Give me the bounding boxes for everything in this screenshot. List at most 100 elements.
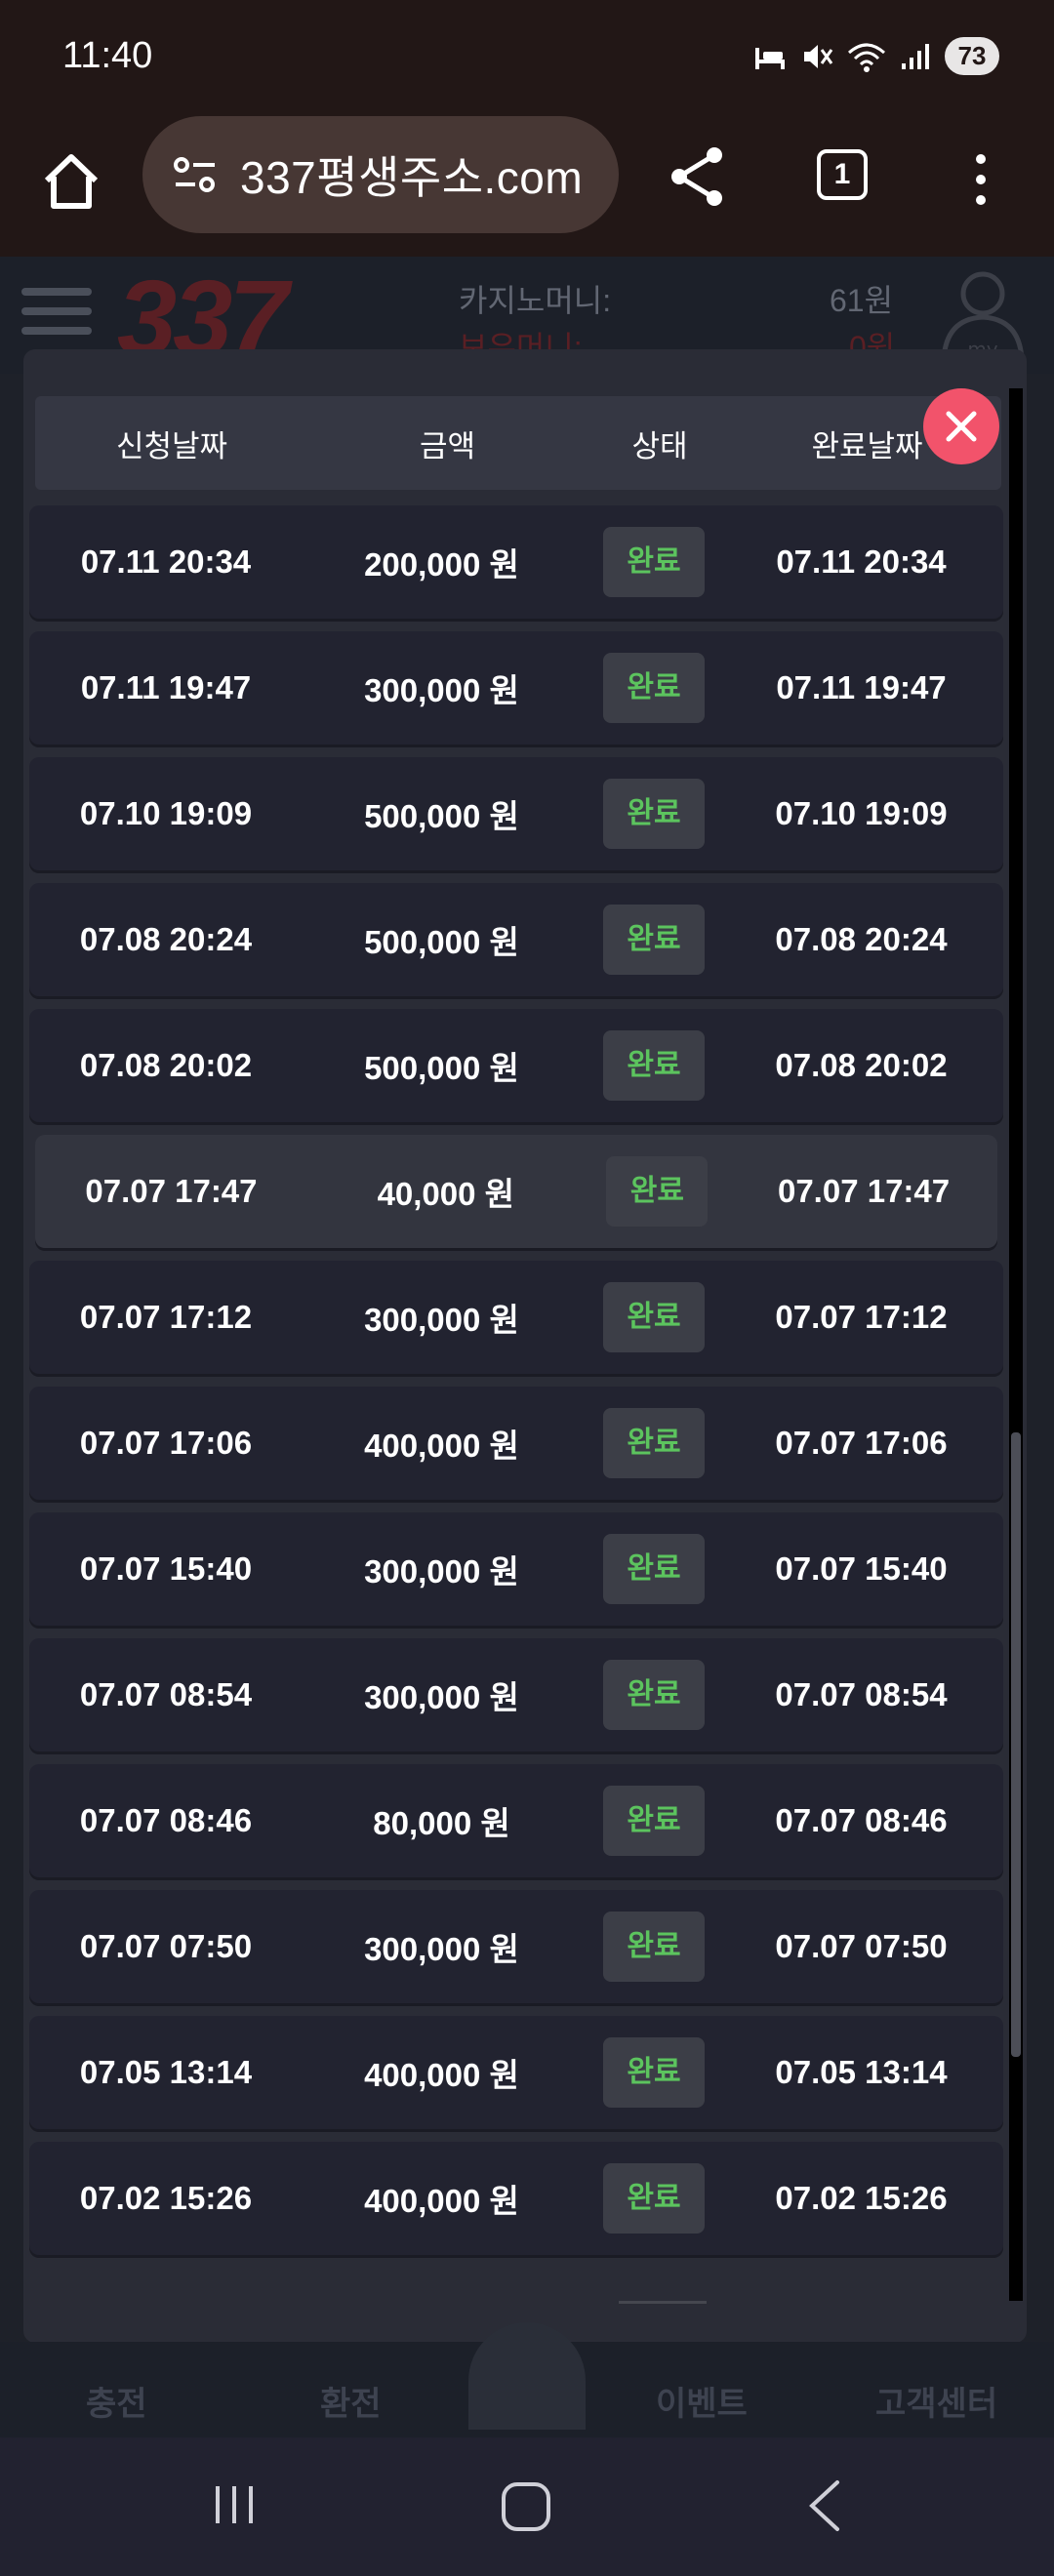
status-badge: 완료 — [603, 905, 705, 975]
scrollbar-thumb[interactable] — [1011, 1432, 1021, 2057]
table-row-highlighted: 07.07 17:47 40,000 원 완료 07.07 17:47 — [35, 1135, 997, 1248]
request-date: 07.08 20:24 — [79, 921, 253, 957]
wifi-icon — [848, 43, 885, 72]
status-badge: 완료 — [603, 779, 705, 849]
casino-money-label: 카지노머니: — [459, 283, 612, 318]
signal-icon — [902, 43, 929, 69]
history-modal: 신청날짜 금액 상태 완료날짜 07.11 20:34 200,000 원 완료… — [23, 349, 1027, 2343]
nav-item-event[interactable]: 이벤트 — [656, 2377, 748, 2425]
table-row: 07.11 19:47 300,000 원 완료 07.11 19:47 — [29, 631, 1003, 745]
status-time: 11:40 — [62, 35, 153, 76]
status-badge: 완료 — [603, 653, 705, 723]
table-row: 07.07 17:12 300,000 원 완료 07.07 17:12 — [29, 1261, 1003, 1374]
complete-date: 07.11 20:34 — [776, 543, 947, 580]
header-status: 상태 — [631, 428, 688, 463]
battery-level: 73 — [945, 37, 999, 75]
table-row: 07.07 17:06 400,000 원 완료 07.07 17:06 — [29, 1387, 1003, 1500]
amount: 200,000 원 — [364, 546, 519, 583]
amount: 80,000 원 — [373, 1805, 510, 1841]
share-icon[interactable] — [664, 141, 732, 210]
table-row: 07.08 20:24 500,000 원 완료 07.08 20:24 — [29, 883, 1003, 996]
complete-date: 07.07 07:50 — [775, 1928, 948, 1964]
status-badge: 완료 — [603, 1030, 705, 1101]
table-row: 07.05 13:14 400,000 원 완료 07.05 13:14 — [29, 2016, 1003, 2129]
header-request-date: 신청날짜 — [115, 428, 228, 463]
browser-toolbar: 337평생주소.com 1 — [0, 112, 1054, 257]
amount: 400,000 원 — [364, 2057, 519, 2093]
casino-money-value: 61원 — [830, 283, 894, 318]
tab-count: 1 — [833, 158, 851, 190]
amount: 500,000 원 — [364, 1050, 519, 1086]
table-row: 07.11 20:34 200,000 원 완료 07.11 20:34 — [29, 505, 1003, 619]
status-badge: 완료 — [603, 1912, 705, 1982]
site-bottom-nav: 충전 환전 이벤트 고객센터 — [0, 2322, 1054, 2437]
request-date: 07.05 13:14 — [79, 2054, 253, 2090]
amount: 40,000 원 — [377, 1176, 515, 1212]
amount: 300,000 원 — [364, 1679, 519, 1715]
system-home-icon[interactable] — [500, 2480, 554, 2535]
complete-date: 07.10 19:09 — [775, 795, 948, 831]
table-row: 07.08 20:02 500,000 원 완료 07.08 20:02 — [29, 1009, 1003, 1122]
amount: 300,000 원 — [364, 1302, 519, 1338]
request-date: 07.07 07:50 — [79, 1928, 253, 1964]
complete-date: 07.11 19:47 — [776, 669, 947, 705]
table-header: 신청날짜 금액 상태 완료날짜 — [35, 396, 1001, 490]
user-icon[interactable]: my — [932, 264, 1030, 362]
status-bar: 11:40 73 — [0, 0, 1054, 112]
table-row: 07.07 08:46 80,000 원 완료 07.07 08:46 — [29, 1764, 1003, 1877]
request-date: 07.07 08:54 — [79, 1676, 253, 1712]
recent-apps-icon[interactable] — [210, 2480, 259, 2529]
request-date: 07.07 17:12 — [79, 1299, 253, 1335]
more-options-icon[interactable] — [966, 145, 995, 214]
url-bar[interactable]: 337평생주소.com — [142, 116, 619, 233]
home-nav-button[interactable] — [468, 2322, 586, 2430]
request-date: 07.08 20:02 — [79, 1047, 253, 1083]
complete-date: 07.08 20:24 — [775, 921, 948, 957]
table-row: 07.07 07:50 300,000 원 완료 07.07 07:50 — [29, 1890, 1003, 2003]
hamburger-menu-icon[interactable] — [21, 288, 92, 337]
header-amount: 금액 — [419, 428, 476, 463]
status-badge: 완료 — [603, 527, 705, 597]
amount: 500,000 원 — [364, 924, 519, 960]
request-date: 07.11 19:47 — [80, 669, 252, 705]
table-row: 07.02 15:26 400,000 원 완료 07.02 15:26 — [29, 2142, 1003, 2255]
site-settings-icon[interactable] — [172, 155, 219, 194]
complete-date: 07.02 15:26 — [775, 2180, 948, 2216]
nav-item-withdraw[interactable]: 환전 — [320, 2377, 382, 2425]
status-icons: 73 — [753, 37, 999, 75]
request-date: 07.02 15:26 — [79, 2180, 253, 2216]
back-icon[interactable] — [800, 2476, 849, 2535]
status-badge: 완료 — [603, 2163, 705, 2234]
status-badge: 완료 — [603, 1282, 705, 1352]
amount: 300,000 원 — [364, 1553, 519, 1590]
status-badge: 완료 — [606, 1156, 709, 1227]
nav-item-customer-center[interactable]: 고객센터 — [875, 2377, 997, 2425]
complete-date: 07.07 08:54 — [775, 1676, 948, 1712]
request-date: 07.07 17:06 — [79, 1425, 253, 1461]
nav-item-deposit[interactable]: 충전 — [86, 2377, 147, 2425]
url-text: 337평생주소.com — [240, 152, 584, 203]
request-date: 07.07 15:40 — [79, 1550, 253, 1587]
status-badge: 완료 — [603, 2037, 705, 2108]
table-row: 07.10 19:09 500,000 원 완료 07.10 19:09 — [29, 757, 1003, 870]
complete-date: 07.07 17:12 — [775, 1299, 948, 1335]
complete-date: 07.07 08:46 — [775, 1802, 948, 1838]
request-date: 07.07 08:46 — [79, 1802, 253, 1838]
amount: 500,000 원 — [364, 798, 519, 834]
status-badge: 완료 — [603, 1660, 705, 1730]
amount: 400,000 원 — [364, 1428, 519, 1464]
amount: 300,000 원 — [364, 672, 519, 708]
amount: 400,000 원 — [364, 2183, 519, 2219]
tab-switcher-button[interactable]: 1 — [817, 149, 868, 200]
close-button[interactable] — [923, 388, 999, 464]
request-date: 07.11 20:34 — [80, 543, 252, 580]
status-badge: 완료 — [603, 1786, 705, 1856]
table-row: 07.07 08:54 300,000 원 완료 07.07 08:54 — [29, 1638, 1003, 1751]
complete-date: 07.05 13:14 — [775, 2054, 948, 2090]
bed-icon — [755, 47, 785, 69]
system-nav-bar — [0, 2437, 1054, 2576]
home-icon[interactable] — [37, 147, 105, 216]
status-badge: 완료 — [603, 1534, 705, 1604]
amount: 300,000 원 — [364, 1931, 519, 1967]
mute-icon — [804, 44, 833, 68]
